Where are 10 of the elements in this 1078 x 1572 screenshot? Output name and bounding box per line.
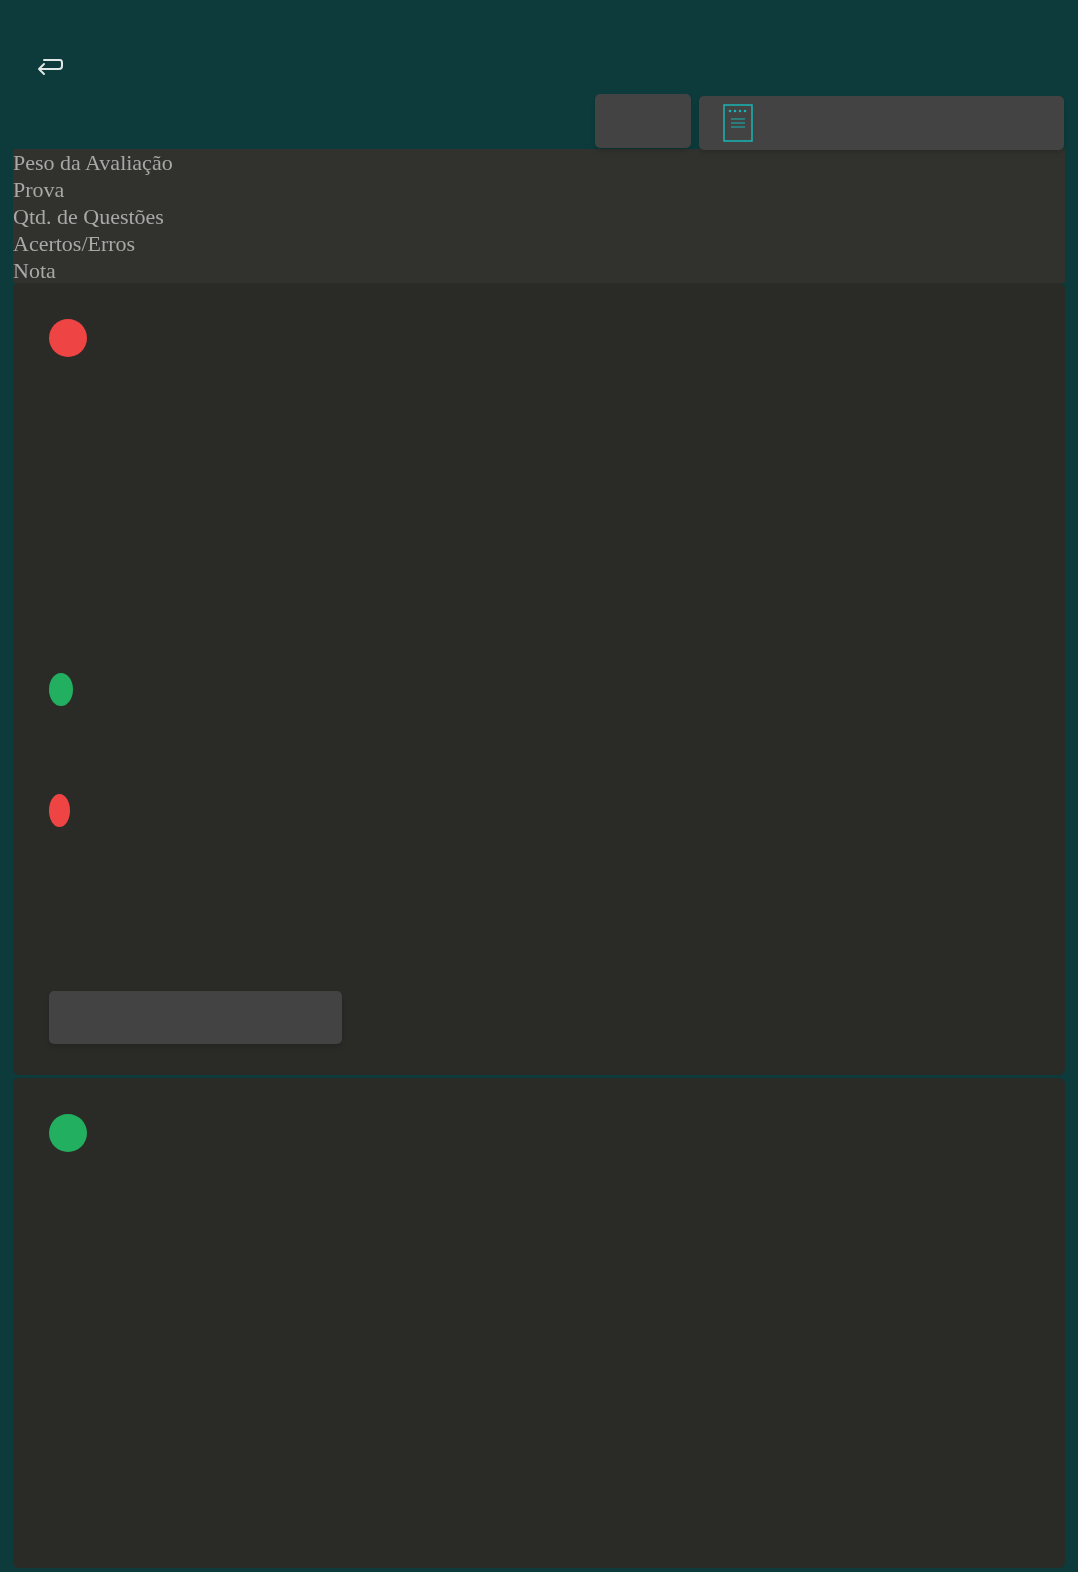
- back-icon[interactable]: [36, 56, 64, 78]
- column-label: Prova: [13, 176, 66, 203]
- column-label: Nota: [13, 257, 57, 284]
- column-label: Peso da Avaliação: [13, 149, 174, 176]
- column-label: Acertos/Erros: [13, 230, 137, 257]
- document-icon: [723, 104, 753, 142]
- report-button[interactable]: [699, 96, 1064, 150]
- action-button[interactable]: [49, 991, 342, 1044]
- toolbar-button[interactable]: [595, 94, 691, 148]
- column-label: Qtd. de Questões: [13, 203, 165, 230]
